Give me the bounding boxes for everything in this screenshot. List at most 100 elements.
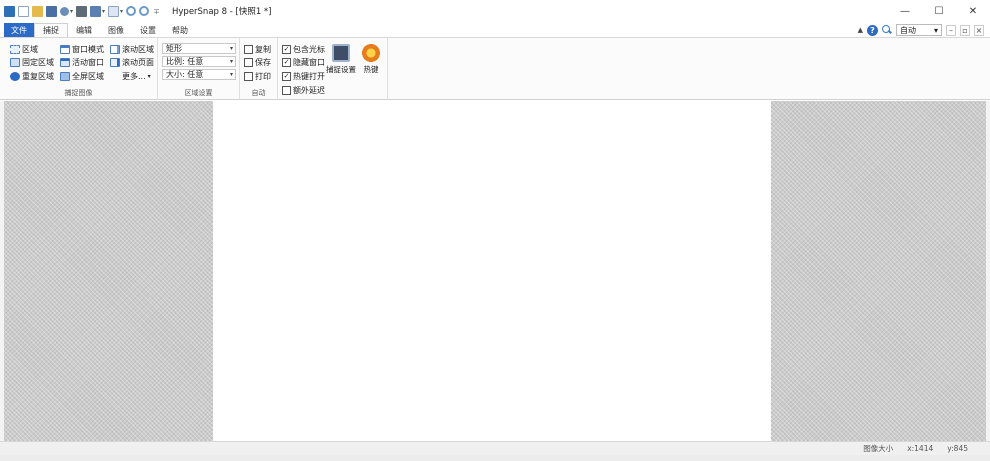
active-window-icon: [60, 58, 70, 67]
redo-icon[interactable]: [139, 6, 150, 16]
help-area: ▲ ? 自动 ▾ – ▫ ×: [858, 24, 990, 36]
tab-image[interactable]: 图像: [100, 23, 132, 37]
hotkey-open-checkbox[interactable]: ✓ 热键打开: [282, 71, 325, 82]
hotkeys-button[interactable]: 热键: [362, 44, 380, 75]
print-icon[interactable]: [76, 5, 88, 17]
collapse-ribbon-icon[interactable]: ▲: [858, 26, 863, 34]
chevron-down-icon[interactable]: ▾: [120, 8, 123, 15]
workspace: [4, 101, 986, 441]
size-value: 大小: 任意: [166, 70, 204, 79]
minimize-button[interactable]: —: [888, 0, 922, 22]
repeat-region-button[interactable]: 重复区域: [10, 71, 54, 82]
full-region-label: 全屏区域: [72, 72, 104, 81]
mdi-minimize-button[interactable]: –: [946, 24, 956, 36]
app-icon[interactable]: [4, 5, 15, 17]
capture-settings-icon: [332, 44, 350, 62]
capture-user-icon[interactable]: [60, 6, 69, 16]
mdi-restore-button[interactable]: ▫: [960, 24, 970, 36]
shape-select[interactable]: 矩形 ▾: [162, 43, 236, 54]
ratio-select[interactable]: 比例: 任意 ▾: [162, 56, 236, 67]
extra-delay-checkbox[interactable]: 额外延迟: [282, 85, 325, 96]
customize-toolbar-icon[interactable]: ∓: [153, 7, 160, 16]
region-settings-group: 矩形 ▾ 比例: 任意 ▾ 大小: 任意 ▾ 区域设置: [158, 38, 240, 100]
active-window-button[interactable]: 活动窗口: [60, 57, 104, 68]
hide-window-label: 隐藏窗口: [293, 58, 325, 67]
ratio-value: 比例: 任意: [166, 57, 204, 66]
chevron-down-icon: ▾: [229, 58, 233, 65]
scroll-page-label: 滚动页面: [122, 58, 154, 67]
checkbox-icon: [244, 58, 253, 67]
more-label: 更多...: [122, 72, 146, 81]
window-mode-icon: [60, 45, 70, 54]
active-window-label: 活动窗口: [72, 58, 104, 67]
repeat-region-label: 重复区域: [22, 72, 54, 81]
auto-copy-checkbox[interactable]: 复制: [244, 44, 271, 55]
undo-icon[interactable]: [126, 6, 137, 16]
scan-icon[interactable]: [90, 5, 102, 17]
window-mode-label: 窗口模式: [72, 45, 104, 54]
checkbox-icon: [282, 86, 291, 95]
fixed-region-icon: [10, 58, 20, 67]
tab-edit[interactable]: 编辑: [68, 23, 100, 37]
chevron-down-icon: ▾: [933, 25, 938, 35]
title-bar: ▾ ▾ ▾ ∓ HyperSnap 8 - [快照1 *] — ☐ ✕: [0, 0, 990, 22]
full-region-button[interactable]: 全屏区域: [60, 71, 104, 82]
options-group: ✓ 包含光标 ✓ 隐藏窗口 ✓ 热键打开 额外延迟 捕捉设置 热键: [278, 38, 388, 100]
close-button[interactable]: ✕: [956, 0, 990, 22]
hotkey-open-label: 热键打开: [293, 72, 325, 81]
size-select[interactable]: 大小: 任意 ▾: [162, 69, 236, 80]
maximize-button[interactable]: ☐: [922, 0, 956, 22]
fixed-region-label: 固定区域: [22, 58, 54, 67]
checkbox-checked-icon: ✓: [282, 58, 291, 67]
checkbox-icon: [244, 45, 253, 54]
include-cursor-checkbox[interactable]: ✓ 包含光标: [282, 44, 325, 55]
chevron-down-icon[interactable]: ▾: [102, 8, 105, 15]
capture-settings-button[interactable]: 捕捉设置: [326, 44, 356, 75]
capture-settings-label: 捕捉设置: [326, 65, 356, 74]
save-icon[interactable]: [46, 5, 57, 17]
full-screen-icon: [60, 72, 70, 81]
image-size-label: 图像大小: [863, 444, 894, 453]
tab-help[interactable]: 帮助: [164, 23, 196, 37]
tab-settings[interactable]: 设置: [132, 23, 164, 37]
fixed-region-button[interactable]: 固定区域: [10, 57, 54, 68]
auto-print-label: 打印: [255, 72, 271, 81]
region-button[interactable]: 区域: [10, 44, 38, 55]
auto-print-checkbox[interactable]: 打印: [244, 71, 271, 82]
open-folder-icon[interactable]: [32, 5, 43, 17]
image-canvas[interactable]: [213, 101, 771, 441]
scroll-page-icon: [110, 58, 120, 67]
chevron-down-icon: ▾: [229, 71, 233, 78]
region-label: 区域: [22, 45, 38, 54]
window-controls: — ☐ ✕: [888, 0, 990, 22]
x-coordinate: x:1414: [907, 444, 934, 453]
document-icon[interactable]: [108, 5, 120, 17]
extra-delay-label: 额外延迟: [293, 86, 325, 95]
auto-select-value: 自动: [900, 25, 916, 35]
chevron-down-icon: ▾: [229, 45, 233, 52]
status-bar: 图像大小 x:1414 y:845: [0, 441, 990, 455]
ribbon-tabs: 文件 捕捉 编辑 图像 设置 帮助 ▲ ? 自动 ▾ – ▫ ×: [0, 22, 990, 37]
y-coordinate: y:845: [947, 444, 968, 453]
auto-copy-label: 复制: [255, 45, 271, 54]
tab-capture[interactable]: 捕捉: [34, 23, 68, 37]
tab-file[interactable]: 文件: [4, 23, 34, 37]
window-mode-button[interactable]: 窗口模式: [60, 44, 104, 55]
quick-access-toolbar: ▾ ▾ ▾ ∓: [0, 5, 161, 17]
mdi-close-button[interactable]: ×: [974, 24, 984, 36]
region-icon: [10, 45, 20, 54]
scroll-region-button[interactable]: 滚动区域: [110, 44, 154, 55]
help-icon[interactable]: ?: [867, 24, 878, 36]
search-icon[interactable]: [882, 25, 892, 35]
auto-group-label: 自动: [251, 89, 266, 97]
scroll-page-button[interactable]: 滚动页面: [110, 57, 154, 68]
capture-image-group: 区域 固定区域 重复区域 窗口模式 活动窗口 全屏区域 滚动区域 滚动页面 更多…: [0, 38, 158, 100]
hide-window-checkbox[interactable]: ✓ 隐藏窗口: [282, 57, 325, 68]
chevron-down-icon[interactable]: ▾: [70, 8, 73, 15]
scroll-region-label: 滚动区域: [122, 45, 154, 54]
new-icon[interactable]: [18, 5, 29, 17]
region-settings-group-label: 区域设置: [184, 89, 213, 97]
auto-select[interactable]: 自动 ▾: [896, 24, 942, 36]
more-button[interactable]: 更多... ▾: [122, 71, 151, 82]
auto-save-checkbox[interactable]: 保存: [244, 57, 271, 68]
